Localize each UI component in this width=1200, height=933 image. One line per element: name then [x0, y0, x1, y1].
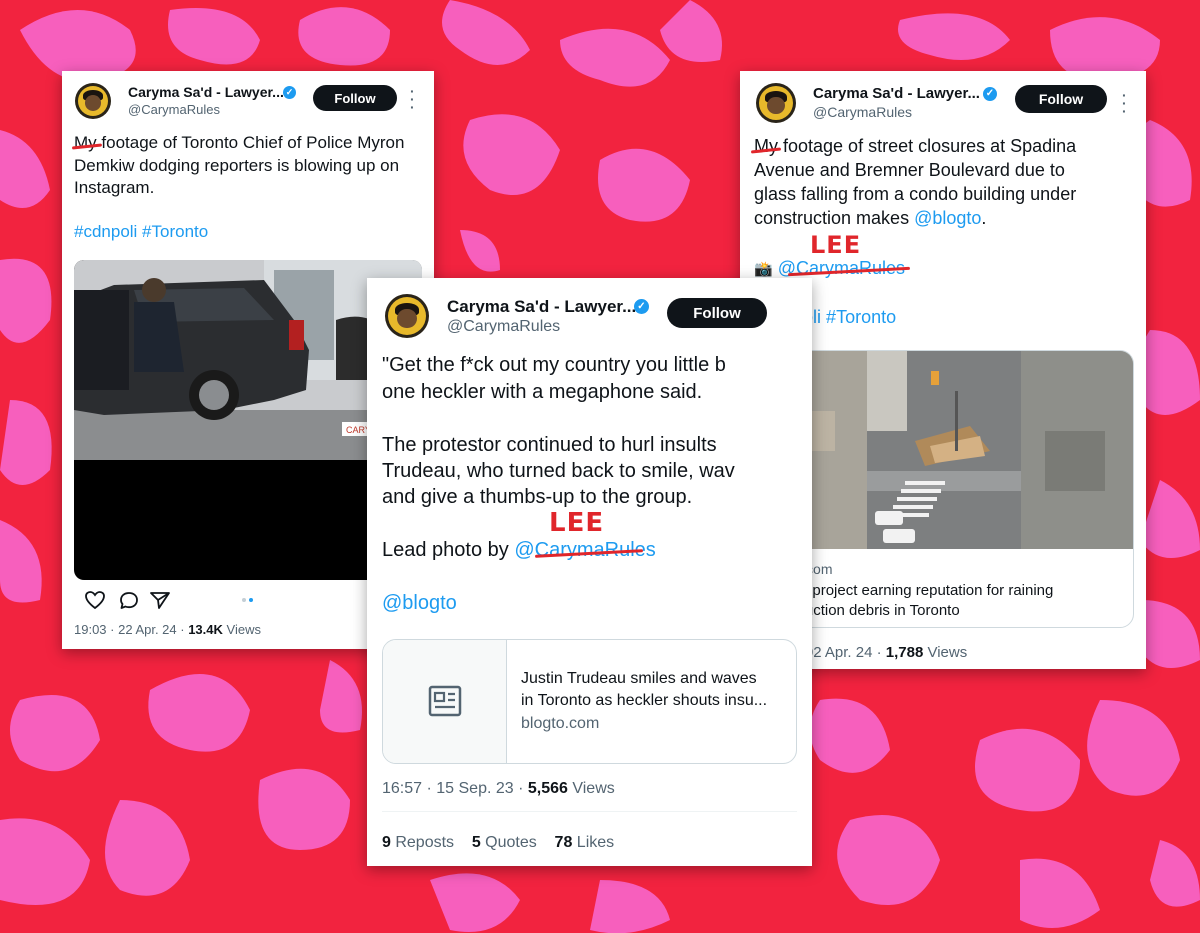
article-icon: [428, 685, 462, 717]
tweet-text-line: glass falling from a condo building unde…: [754, 184, 1077, 204]
heart-icon[interactable]: [85, 591, 105, 609]
more-options-icon[interactable]: · · ·: [410, 84, 415, 114]
tweet-text-line: The protestor continued to hurl insults: [382, 434, 717, 456]
hashtags[interactable]: #cdnpoli #Toronto: [74, 222, 208, 242]
author-name[interactable]: Caryma Sa'd - Lawyer...: [813, 85, 980, 102]
engagement-stats: 9 Reposts 5 Quotes 78 Likes: [382, 834, 614, 852]
link-preview-card[interactable]: Justin Trudeau smiles and waves in Toron…: [382, 639, 797, 764]
avatar[interactable]: [756, 83, 796, 123]
struck-word: My: [754, 136, 778, 156]
carousel-dot-active: [249, 598, 253, 602]
comment-icon[interactable]: [119, 591, 139, 610]
divider: [382, 811, 797, 812]
card-title-line: Justin Trudeau smiles and waves: [521, 670, 757, 687]
card-title-line: in Toronto as heckler shouts insu...: [521, 692, 768, 709]
author-handle[interactable]: @CarymaRules: [128, 102, 220, 117]
more-options-icon[interactable]: · · ·: [1122, 88, 1127, 118]
handwritten-annotation: LEE: [810, 231, 862, 259]
author-name[interactable]: Caryma Sa'd - Lawyer...: [447, 297, 636, 317]
avatar[interactable]: [385, 294, 429, 338]
tweet-text-line: My footage of Toronto Chief of Police My…: [74, 133, 405, 152]
verified-badge-icon: ✓: [983, 87, 997, 101]
tweet-text-line: construction makes @blogto.: [754, 208, 987, 228]
verified-badge-icon: ✓: [634, 299, 649, 314]
card-thumbnail: [383, 640, 507, 763]
tweet-text-line: one heckler with a megaphone said.: [382, 381, 703, 403]
share-icon[interactable]: [150, 591, 170, 609]
author-name[interactable]: Caryma Sa'd - Lawyer...: [128, 84, 284, 100]
mention-link[interactable]: @blogto: [914, 208, 981, 228]
tweet-text-line: My footage of street closures at Spadina: [754, 136, 1077, 156]
tweet-text-line: and give a thumbs-up to the group.: [382, 486, 693, 508]
avatar[interactable]: [75, 83, 111, 119]
tweet-text-line: Instagram.: [74, 178, 155, 197]
camera-icon: 📸: [754, 261, 773, 278]
tweet-text-line: Demkiw dodging reporters is blowing up o…: [74, 156, 400, 175]
follow-button[interactable]: Follow: [313, 85, 397, 111]
handwritten-annotation: LEE: [549, 508, 605, 538]
likes-stat[interactable]: 78 Likes: [555, 834, 615, 851]
follow-button[interactable]: Follow: [667, 298, 767, 328]
tweet-card-2: Caryma Sa'd - Lawyer... ✓ @CarymaRules F…: [367, 278, 812, 866]
mention-link[interactable]: @blogto: [382, 592, 457, 615]
author-handle[interactable]: @CarymaRules: [447, 318, 560, 336]
tweet-text-line: "Get the f*ck out my country you little …: [382, 354, 726, 376]
tweet-timestamp: 16:57 · 15 Sep. 23 · 5,566 Views: [382, 780, 615, 797]
reposts-stat[interactable]: 9 Reposts: [382, 834, 454, 851]
verified-badge-icon: ✓: [283, 86, 296, 99]
author-handle[interactable]: @CarymaRules: [813, 104, 912, 120]
quotes-stat[interactable]: 5 Quotes: [472, 834, 537, 851]
tweet-text-line: Trudeau, who turned back to smile, wav: [382, 460, 735, 482]
struck-word: My: [74, 133, 97, 152]
tweet-timestamp: 19:03 · 22 Apr. 24 · 13.4K Views: [74, 622, 261, 637]
follow-button[interactable]: Follow: [1015, 85, 1107, 113]
carousel-dot: [242, 598, 246, 602]
card-domain: blogto.com: [521, 715, 600, 732]
tweet-text-line: Avenue and Bremner Boulevard due to: [754, 160, 1065, 180]
